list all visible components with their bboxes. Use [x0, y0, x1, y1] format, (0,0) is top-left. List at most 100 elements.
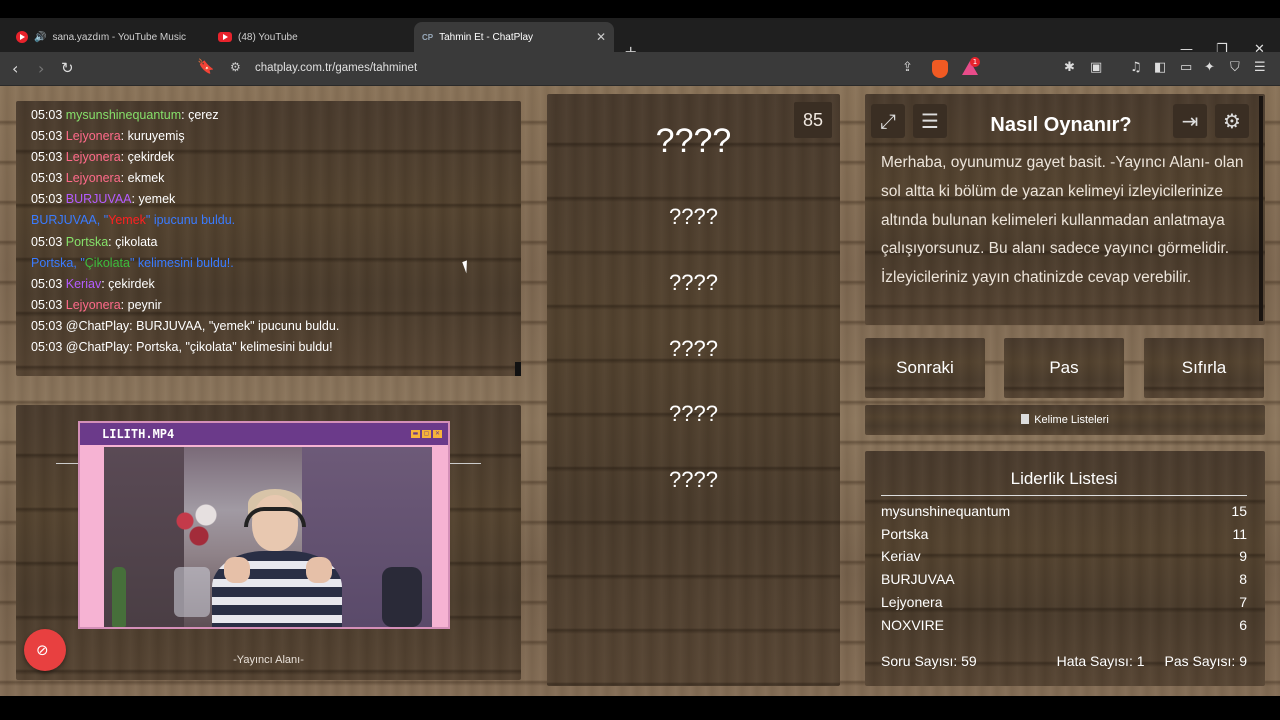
speaker-icon[interactable]: 🔊: [34, 32, 46, 43]
how-to-play-panel: ⤢ ☰ Nasıl Oynanır? ⇥ ⚙ Merhaba, oyunumuz…: [865, 94, 1265, 325]
leaderboard-row: Lejyonera 7: [881, 594, 1247, 610]
back-icon[interactable]: ‹: [12, 59, 18, 78]
error-count: Hata Sayısı: 1: [1056, 653, 1145, 669]
chat-username: Keriav: [65, 276, 102, 291]
forbidden-word: ????: [669, 204, 718, 229]
brave-shields-icon[interactable]: [932, 60, 948, 78]
how-to-play-scrollbar[interactable]: [1259, 96, 1263, 321]
maximize-icon: ▢: [422, 430, 431, 438]
forbidden-word: ????: [669, 270, 718, 295]
reload-icon[interactable]: ↻: [61, 59, 74, 77]
chat-system-message: BURJUVAA, "Yemek" ipucunu buldu.: [31, 213, 236, 228]
screen-top-border: [0, 0, 1280, 18]
chat-username: Lejyonera: [65, 171, 121, 186]
close-tab-icon[interactable]: ✕: [596, 30, 606, 44]
vpn-icon[interactable]: ⛉: [1230, 60, 1240, 75]
close-icon: ✕: [433, 430, 442, 438]
record-button[interactable]: ⊘: [24, 629, 66, 671]
flower-vase: [164, 497, 234, 557]
how-to-play-text: Merhaba, oyunumuz gayet basit. -Yayıncı …: [881, 154, 1244, 287]
leaderboard-title: Liderlik Listesi: [881, 469, 1247, 496]
leaderboard-panel: Liderlik Listesi mysunshinequantum 15 Por…: [865, 451, 1265, 686]
tab-strip: 🔊 sana.yazdım - YouTube Music (48) YouTu…: [0, 18, 1280, 61]
question-count: Soru Sayısı: 59: [881, 653, 977, 669]
forbidden-word: ????: [669, 467, 718, 492]
chat-message: 05:03 Lejyonera: peynir: [31, 297, 162, 312]
streamer-hands: [224, 557, 332, 583]
chat-username: mysunshinequantum: [65, 108, 182, 122]
wallet-icon[interactable]: ▭: [1180, 60, 1192, 75]
speaker: [382, 567, 422, 627]
streamer-area-label: -Yayıncı Alanı-: [233, 654, 304, 666]
youtube-icon: [218, 32, 232, 42]
bottle: [112, 567, 126, 627]
screen-bottom-border: [0, 696, 1280, 720]
chat-username: BURJUVAA: [65, 192, 132, 207]
pass-count: Pas Sayısı: 9: [1164, 653, 1247, 669]
screenshot-icon[interactable]: ▣: [1090, 60, 1102, 75]
tab-title: Tahmin Et - ChatPlay: [439, 31, 534, 43]
youtube-music-icon: [16, 31, 28, 43]
record-off-icon: ⊘: [36, 641, 49, 659]
chat-message: 05:03 Lejyonera: çekirdek: [31, 150, 175, 165]
chat-username: Lejyonera: [65, 150, 121, 165]
next-button[interactable]: Sonraki: [865, 338, 985, 398]
chatplay-icon: CP: [422, 32, 434, 42]
webcam-window-title: LILITH.MP4: [80, 423, 448, 445]
media-icon[interactable]: ♫: [1130, 60, 1142, 75]
webcam-window: LILITH.MP4 ▬ ▢ ✕: [78, 421, 450, 629]
share-icon[interactable]: ⇪: [902, 60, 913, 75]
sidebar-icon[interactable]: ◧: [1154, 60, 1166, 75]
jar: [174, 567, 210, 617]
words-panel: 85 ???? ???? ???? ???? ???? ????: [547, 94, 840, 686]
chat-message: 05:03 mysunshinequantum: çerez: [31, 108, 219, 122]
chat-panel: 05:03 mysunshinequantum: çerez 05:03 Lej…: [16, 101, 521, 376]
site-info-icon[interactable]: ⚙: [230, 60, 241, 74]
tab-youtube[interactable]: (48) YouTube: [210, 22, 410, 52]
chat-message: 05:03 @ChatPlay: Portska, "çikolata" kel…: [31, 340, 333, 355]
window-buttons: ▬ ▢ ✕: [411, 430, 442, 438]
chat-list: 05:03 mysunshinequantum: çerez 05:03 Lej…: [31, 105, 339, 358]
leaderboard-row: BURJUVAA 8: [881, 571, 1247, 587]
leaderboard-row: Portska 11: [881, 526, 1247, 542]
webcam-video: [104, 447, 432, 627]
chat-message: 05:03 @ChatPlay: BURJUVAA, "yemek" ipucu…: [31, 318, 340, 333]
forbidden-word: ????: [669, 336, 718, 361]
chat-message: 05:03 Lejyonera: ekmek: [31, 171, 165, 186]
main-word: ????: [655, 122, 732, 160]
chat-message: 05:03 Keriav: çekirdek: [31, 276, 155, 291]
leaderboard-row: mysunshinequantum 15: [881, 503, 1247, 519]
reset-button[interactable]: Sıfırla: [1144, 338, 1264, 398]
settings-gear-icon[interactable]: ⚙: [1215, 104, 1249, 138]
chat-scrollbar[interactable]: [515, 362, 521, 376]
chat-username: Lejyonera: [65, 297, 121, 312]
forbidden-word: ????: [669, 401, 718, 426]
url-field[interactable]: chatplay.com.tr/games/tahminet: [255, 62, 417, 74]
chat-username: Lejyonera: [65, 129, 121, 144]
document-icon: [1021, 414, 1030, 424]
tab-title: (48) YouTube: [238, 31, 298, 43]
word-lists-button[interactable]: Kelime Listeleri: [865, 405, 1265, 435]
pass-button[interactable]: Pas: [1004, 338, 1124, 398]
chat-message: 05:03 BURJUVAA: yemek: [31, 192, 176, 207]
chat-username: Portska: [65, 234, 109, 249]
chat-message: 05:03 Lejyonera: kuruyemiş: [31, 129, 185, 144]
headset: [244, 507, 306, 527]
bookmark-icon[interactable]: 🔖: [197, 59, 214, 75]
address-bar: ‹ › ↻ 🔖 ⚙ chatplay.com.tr/games/tahminet…: [0, 52, 1280, 86]
tab-youtube-music[interactable]: 🔊 sana.yazdım - YouTube Music: [8, 22, 208, 52]
minimize-icon: ▬: [411, 430, 420, 438]
chat-message: 05:03 Portska: çikolata: [31, 234, 158, 249]
leo-icon[interactable]: ✦: [1204, 60, 1215, 75]
leaderboard-row: Keriav 9: [881, 548, 1247, 564]
chat-system-message: Portska, "Çikolata" kelimesini buldu!.: [31, 255, 234, 270]
notification-badge: 1: [970, 57, 980, 67]
tab-chatplay[interactable]: CP Tahmin Et - ChatPlay ✕: [414, 22, 614, 52]
game-stats: Soru Sayısı: 59 Hata Sayısı: 1 Pas Sayıs…: [881, 653, 1247, 669]
forward-icon[interactable]: ›: [38, 59, 44, 78]
menu-icon[interactable]: ☰: [1254, 60, 1266, 75]
logout-icon[interactable]: ⇥: [1173, 104, 1207, 138]
tab-title: sana.yazdım - YouTube Music: [52, 31, 187, 43]
streamer-panel: LILITH.MP4 ▬ ▢ ✕ -Yayıncı Alanı-: [16, 405, 521, 680]
extensions-icon[interactable]: ✱: [1064, 60, 1075, 75]
